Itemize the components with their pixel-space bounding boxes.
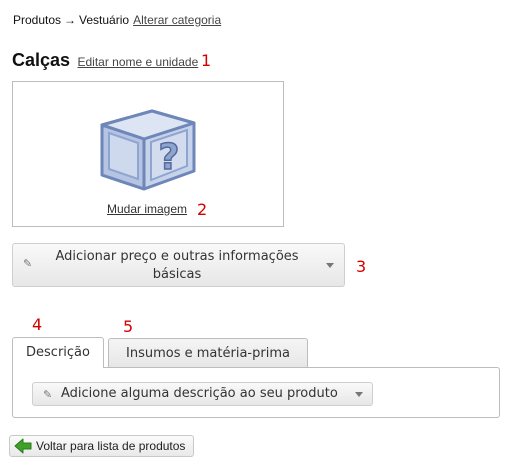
annotation-number: 5 bbox=[123, 317, 134, 336]
breadcrumb-category[interactable]: Produtos bbox=[13, 13, 61, 27]
add-description-button[interactable]: ✎ Adicione alguma descrição ao seu produ… bbox=[32, 382, 373, 406]
product-image-box: ? Mudar imagem bbox=[12, 81, 284, 227]
caret-down-icon bbox=[355, 392, 363, 397]
annotation-number: 3 bbox=[356, 257, 367, 276]
pencil-icon: ✎ bbox=[23, 257, 33, 270]
annotation-number: 1 bbox=[201, 51, 212, 70]
question-mark-glyph: ? bbox=[159, 137, 180, 178]
tab-panel-description: ✎ Adicione alguma descrição ao seu produ… bbox=[12, 367, 500, 418]
breadcrumb-separator: → bbox=[64, 13, 77, 27]
annotation-number: 2 bbox=[197, 200, 208, 219]
change-category-link[interactable]: Alterar categoria bbox=[133, 13, 221, 27]
pencil-icon: ✎ bbox=[43, 388, 53, 401]
edit-name-unit-link[interactable]: Editar nome e unidade bbox=[78, 55, 199, 69]
add-price-info-button[interactable]: ✎ Adicionar preço e outras informações b… bbox=[12, 243, 345, 287]
tab-description[interactable]: Descrição bbox=[12, 337, 104, 368]
add-description-label: Adicione alguma descrição ao seu produto bbox=[61, 386, 338, 401]
back-to-product-list-button[interactable]: Voltar para lista de produtos bbox=[9, 435, 194, 457]
back-button-label: Voltar para lista de produtos bbox=[36, 439, 186, 453]
breadcrumb-subcategory[interactable]: Vestuário bbox=[79, 13, 129, 27]
annotation-number: 4 bbox=[32, 315, 43, 334]
change-image-link[interactable]: Mudar imagem bbox=[107, 202, 187, 216]
tab-inputs-raw-materials[interactable]: Insumos e matéria-prima bbox=[108, 338, 308, 368]
breadcrumb: Produtos → Vestuário Alterar categoria bbox=[13, 13, 221, 27]
caret-down-icon bbox=[326, 263, 334, 268]
add-price-info-label: Adicionar preço e outras informações bás… bbox=[55, 249, 299, 282]
green-left-arrow-icon bbox=[14, 438, 32, 454]
product-name: Calças bbox=[12, 50, 71, 70]
unknown-product-box-icon: ? bbox=[100, 109, 196, 191]
product-title-row: Calças Editar nome e unidade bbox=[12, 50, 198, 71]
